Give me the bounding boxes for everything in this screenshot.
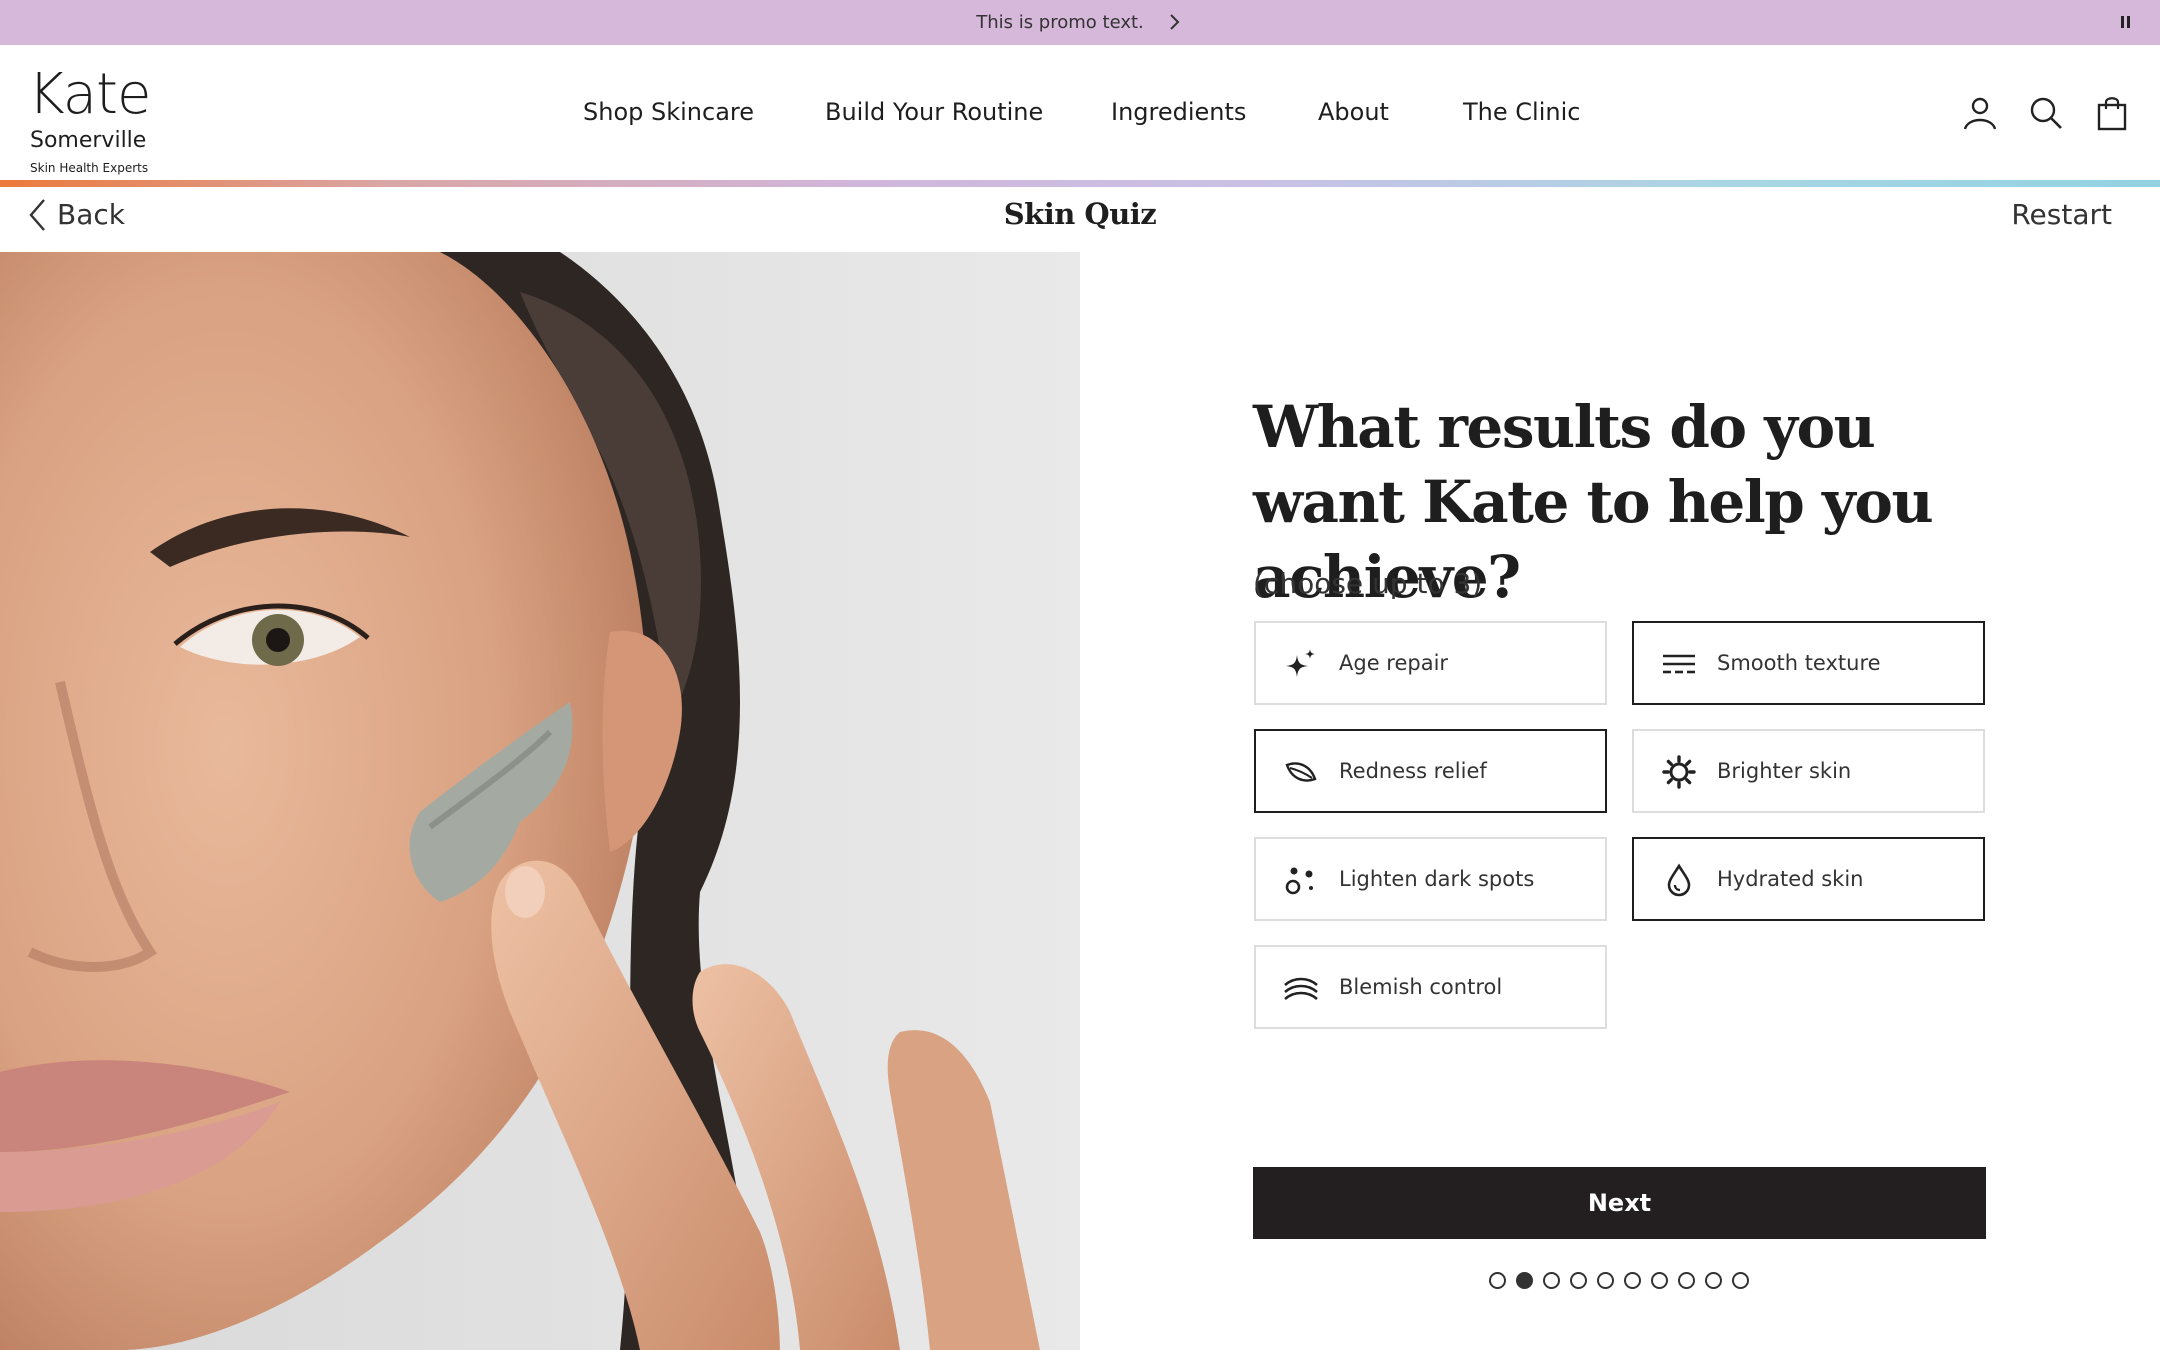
chevron-right-icon[interactable] <box>1164 12 1184 32</box>
progress-dot[interactable] <box>1516 1272 1533 1289</box>
nav-shop-skincare[interactable]: Shop Skincare <box>583 97 754 127</box>
header-gradient-divider <box>0 180 2160 187</box>
site-header: Kate Somerville Skin Health Experts Shop… <box>0 45 2160 180</box>
progress-dot[interactable] <box>1651 1272 1668 1289</box>
option-label: Hydrated skin <box>1717 867 1864 891</box>
nav-the-clinic[interactable]: The Clinic <box>1463 97 1580 127</box>
quiz-toolbar: Back Skin Quiz Restart <box>0 187 2160 252</box>
back-button[interactable]: Back <box>57 198 125 232</box>
promo-text[interactable]: This is promo text. <box>0 0 2120 45</box>
logo-tagline: Skin Health Experts <box>30 161 149 175</box>
progress-dots <box>1489 1272 1749 1292</box>
pause-icon[interactable] <box>2118 14 2134 30</box>
leaf-icon <box>1285 762 1317 782</box>
option-label: Smooth texture <box>1717 651 1881 675</box>
progress-dot[interactable] <box>1489 1272 1506 1289</box>
chevron-left-icon[interactable] <box>26 197 48 233</box>
option-lighten-dark-spots[interactable]: Lighten dark spots <box>1254 837 1607 921</box>
progress-dot[interactable] <box>1705 1272 1722 1289</box>
promo-bar: This is promo text. <box>0 0 2160 45</box>
nav-build-routine[interactable]: Build Your Routine <box>825 97 1043 127</box>
droplet-icon <box>1667 863 1691 897</box>
progress-dot[interactable] <box>1570 1272 1587 1289</box>
brand-logo[interactable]: Kate Somerville Skin Health Experts <box>28 62 178 176</box>
hero-image <box>0 252 1080 1350</box>
option-blemish-control[interactable]: Blemish control <box>1254 945 1607 1029</box>
logo-wordmark: Kate <box>28 62 151 127</box>
progress-dot[interactable] <box>1543 1272 1560 1289</box>
option-label: Brighter skin <box>1717 759 1852 783</box>
sparkle-icon <box>1286 649 1315 677</box>
option-label: Age repair <box>1339 651 1449 675</box>
page-title: Skin Quiz <box>1003 197 1157 231</box>
arcs-icon <box>1284 977 1318 1001</box>
logo-wordmark-surname: Somerville <box>30 128 147 153</box>
progress-dot[interactable] <box>1732 1272 1749 1289</box>
portrait-photo <box>0 252 1080 1350</box>
sun-icon <box>1662 755 1696 789</box>
question-hint: (choose up to 3) <box>1253 567 1483 600</box>
option-label: Lighten dark spots <box>1339 867 1535 891</box>
option-label: Blemish control <box>1339 975 1503 999</box>
progress-dot[interactable] <box>1597 1272 1614 1289</box>
lines-icon <box>1663 654 1695 674</box>
account-icon[interactable] <box>1962 95 1998 131</box>
option-brighter-skin[interactable]: Brighter skin <box>1632 729 1985 813</box>
progress-dot[interactable] <box>1678 1272 1695 1289</box>
option-smooth-texture[interactable]: Smooth texture <box>1632 621 1985 705</box>
nav-about[interactable]: About <box>1318 97 1389 127</box>
option-hydrated-skin[interactable]: Hydrated skin <box>1632 837 1985 921</box>
option-label: Redness relief <box>1339 759 1487 783</box>
search-icon[interactable] <box>2028 95 2064 131</box>
option-redness-relief[interactable]: Redness relief <box>1254 729 1607 813</box>
next-button[interactable]: Next <box>1253 1167 1986 1239</box>
dots-icon <box>1285 867 1313 895</box>
progress-dot[interactable] <box>1624 1272 1641 1289</box>
shopping-bag-icon[interactable] <box>2094 95 2130 131</box>
restart-button[interactable]: Restart <box>2000 198 2112 232</box>
nav-ingredients[interactable]: Ingredients <box>1111 97 1246 127</box>
option-age-repair[interactable]: Age repair <box>1254 621 1607 705</box>
